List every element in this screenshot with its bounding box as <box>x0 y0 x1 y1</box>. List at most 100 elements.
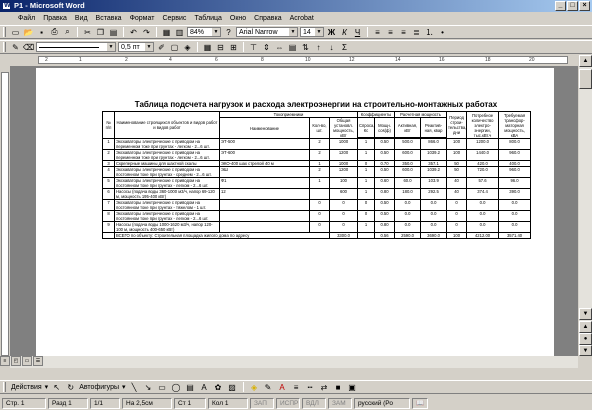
toolbar-grip-2[interactable] <box>3 42 6 52</box>
split-cells-icon[interactable]: ⊞ <box>228 42 239 53</box>
redo-icon[interactable]: ↷ <box>141 27 152 38</box>
vertical-ruler[interactable] <box>0 66 10 356</box>
menu-insert[interactable]: Вставка <box>92 12 126 25</box>
actions-dropdown-icon[interactable]: ▾ <box>45 383 49 391</box>
status-trk[interactable]: ИСПР <box>276 397 300 409</box>
line-style-select[interactable]: ▼ <box>36 42 116 52</box>
columns-icon[interactable]: ▥ <box>174 27 185 38</box>
line-icon[interactable]: ╲ <box>129 382 140 393</box>
status-rec[interactable]: ЗАП <box>250 397 274 409</box>
menu-table[interactable]: Таблица <box>190 12 225 25</box>
align-center-icon[interactable]: ≡ <box>385 27 396 38</box>
3d-icon[interactable]: ▣ <box>347 382 358 393</box>
oval-icon[interactable]: ◯ <box>171 382 182 393</box>
fill-color-icon[interactable]: ◈ <box>249 382 260 393</box>
autoshapes-dropdown-icon[interactable]: ▾ <box>122 383 126 391</box>
italic-icon[interactable]: К <box>339 27 350 38</box>
horizontal-ruler[interactable]: 212 468 10 12 14 16 18 20 <box>0 55 592 65</box>
sort-desc-icon[interactable]: ↓ <box>326 42 337 53</box>
minimize-button[interactable]: _ <box>555 1 566 11</box>
border-color-icon[interactable]: ✐ <box>156 42 167 53</box>
distribute-cols-icon[interactable]: ⇔ <box>274 42 285 53</box>
font-color-icon[interactable]: A <box>277 382 288 393</box>
arrow-icon[interactable]: ↘ <box>143 382 154 393</box>
help-icon[interactable]: ? <box>223 27 234 38</box>
borders-icon[interactable]: ▢ <box>169 42 180 53</box>
wordart-icon[interactable]: A <box>199 382 210 393</box>
distribute-rows-icon[interactable]: ⇕ <box>261 42 272 53</box>
menu-tools[interactable]: Сервис <box>158 12 190 25</box>
line-width-select[interactable]: 0,5 пт ▼ <box>118 42 154 52</box>
autosum-icon[interactable]: Σ <box>339 42 350 53</box>
align-top-icon[interactable]: ⊤ <box>248 42 259 53</box>
zoom-select[interactable]: 84% ▼ <box>187 27 221 37</box>
draw-table-icon[interactable]: ✎ <box>10 42 21 53</box>
outline-view-icon[interactable]: ☰ <box>33 356 43 366</box>
bold-icon[interactable]: Ж <box>326 27 337 38</box>
scroll-up-icon[interactable]: ▲ <box>579 55 592 67</box>
font-size-select[interactable]: 14 ▼ <box>300 27 324 37</box>
document-page[interactable]: Таблица подсчета нагрузок и расхода элек… <box>36 68 554 356</box>
autoshapes-menu[interactable]: Автофигуры <box>79 384 119 391</box>
arrow-style-icon[interactable]: ⇄ <box>319 382 330 393</box>
bullets-icon[interactable]: • <box>437 27 448 38</box>
actions-menu[interactable]: Действия <box>11 384 42 391</box>
web-view-icon[interactable]: ◰ <box>11 356 21 366</box>
status-ext[interactable]: ВДЛ <box>302 397 326 409</box>
loads-table[interactable]: № п/п Наименование строящихся объектов и… <box>102 111 532 239</box>
shadow-icon[interactable]: ■ <box>333 382 344 393</box>
undo-icon[interactable]: ↶ <box>128 27 139 38</box>
select-pointer-icon[interactable]: ↖ <box>51 382 62 393</box>
close-button[interactable]: × <box>579 1 590 11</box>
scroll-thumb[interactable] <box>579 69 592 89</box>
menu-format[interactable]: Формат <box>126 12 159 25</box>
toolbar-grip[interactable] <box>3 27 6 37</box>
menu-window[interactable]: Окно <box>226 12 250 25</box>
spelling-icon[interactable]: 📖 <box>412 397 428 409</box>
line-style-icon[interactable]: ≡ <box>291 382 302 393</box>
menu-file[interactable]: Файл <box>14 12 39 25</box>
dash-style-icon[interactable]: ┅ <box>305 382 316 393</box>
maximize-button[interactable]: □ <box>567 1 578 11</box>
vertical-scrollbar[interactable]: ▲ ▼ ▲ ● ▼ <box>579 55 592 356</box>
shading-icon[interactable]: ◈ <box>182 42 193 53</box>
scroll-down-icon[interactable]: ▼ <box>579 308 592 320</box>
copy-icon[interactable]: ❐ <box>95 27 106 38</box>
clipart-icon[interactable]: ✿ <box>213 382 224 393</box>
horizontal-scrollbar[interactable] <box>10 356 578 368</box>
line-color-icon[interactable]: ✎ <box>263 382 274 393</box>
menu-acrobat[interactable]: Acrobat <box>286 12 318 25</box>
font-select[interactable]: Arial Narrow ▼ <box>236 27 298 37</box>
menu-help[interactable]: Справка <box>250 12 285 25</box>
align-left-icon[interactable]: ≡ <box>372 27 383 38</box>
sort-asc-icon[interactable]: ↑ <box>313 42 324 53</box>
open-folder-icon[interactable]: 📂 <box>23 27 34 38</box>
normal-view-icon[interactable]: ≡ <box>0 356 10 366</box>
prev-page-icon[interactable]: ▲ <box>579 321 592 333</box>
justify-icon[interactable]: ≣ <box>411 27 422 38</box>
insert-table-icon[interactable]: ▦ <box>202 42 213 53</box>
save-icon[interactable]: ▪ <box>36 27 47 38</box>
eraser-icon[interactable]: ⌫ <box>23 42 34 53</box>
text-direction-icon[interactable]: ⇅ <box>300 42 311 53</box>
picture-icon[interactable]: ▨ <box>227 382 238 393</box>
menu-view[interactable]: Вид <box>71 12 92 25</box>
print-icon[interactable]: ⎙ <box>49 27 60 38</box>
table-icon[interactable]: ▦ <box>161 27 172 38</box>
next-page-icon[interactable]: ▼ <box>579 345 592 356</box>
numbering-icon[interactable]: ⒈ <box>424 27 435 38</box>
status-ovr[interactable]: ЗАМ <box>328 397 352 409</box>
rectangle-icon[interactable]: ▭ <box>157 382 168 393</box>
underline-icon[interactable]: Ч <box>352 27 363 38</box>
print-preview-icon[interactable]: ⌕ <box>62 27 73 38</box>
paste-icon[interactable]: ▤ <box>108 27 119 38</box>
print-layout-icon[interactable]: ▭ <box>22 356 32 366</box>
autoformat-icon[interactable]: ▤ <box>287 42 298 53</box>
align-right-icon[interactable]: ≡ <box>398 27 409 38</box>
browse-object-icon[interactable]: ● <box>579 333 592 345</box>
free-rotate-icon[interactable]: ↻ <box>65 382 76 393</box>
menu-edit[interactable]: Правка <box>39 12 71 25</box>
merge-cells-icon[interactable]: ⊟ <box>215 42 226 53</box>
new-document-icon[interactable]: ▭ <box>10 27 21 38</box>
textbox-icon[interactable]: ▤ <box>185 382 196 393</box>
